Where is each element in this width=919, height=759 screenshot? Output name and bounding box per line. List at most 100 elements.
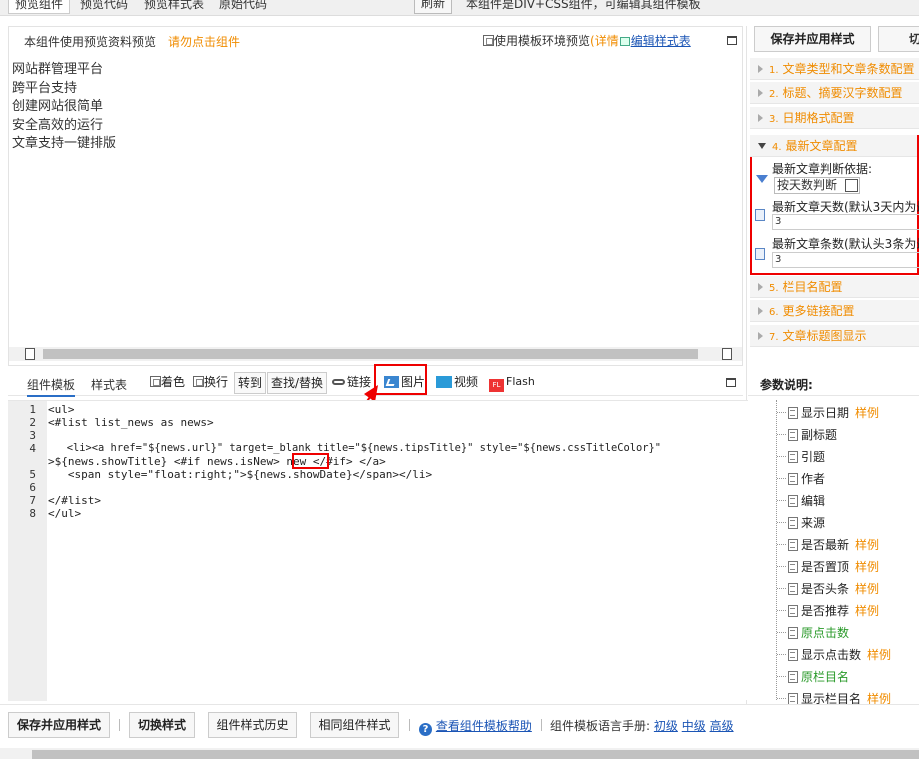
latest-days-input[interactable]: 3 [772,214,919,230]
latest-count-input[interactable]: 3 [772,252,919,268]
file-icon [788,429,798,441]
flash-button[interactable]: FL Flash [489,372,535,394]
param-example-link[interactable]: 样例 [855,560,879,574]
param-example-link[interactable]: 样例 [867,692,891,704]
editor-maximize-icon[interactable] [726,378,736,387]
tree-branch [777,478,786,479]
refresh-button[interactable]: 刷新 [414,0,452,14]
tab-preview-component[interactable]: 预览组件 [8,0,71,14]
preview-scrollbar[interactable] [9,347,742,361]
tree-branch [777,434,786,435]
video-button[interactable]: 视频 [436,372,478,394]
param-item[interactable]: 原点击数 [788,624,849,641]
separator [409,719,410,731]
config-item-article-type[interactable]: 1. 文章类型和文章条数配置 [750,58,919,80]
page-scroll-thumb[interactable] [32,750,919,759]
param-example-link[interactable]: 样例 [855,604,879,618]
tree-branch [777,456,786,457]
document-icon [755,248,765,260]
file-icon [788,561,798,573]
param-label: 编辑 [801,494,826,508]
color-checkbox[interactable] [150,376,161,387]
latest-basis-select[interactable]: 按天数判断 [774,177,860,194]
param-item[interactable]: 副标题 [788,426,837,443]
goto-button[interactable]: 转到 [234,372,267,394]
param-item[interactable]: 是否头条 样例 [788,580,879,597]
template-env-option: 使用模板环境预览(详情 编辑样式表 [483,32,691,49]
switch-style-button[interactable]: 切换样式 [129,712,195,738]
config-item-column-name[interactable]: 5. 栏目名配置 [750,276,919,298]
param-example-link[interactable]: 样例 [855,406,879,420]
color-toggle[interactable]: 着色 [150,372,185,394]
param-item[interactable]: 原栏目名 [788,668,849,685]
save-apply-style-button-bottom[interactable]: 保存并应用样式 [8,712,110,738]
help-area: ? 查看组件模板帮助 [419,717,532,736]
tab-component-template[interactable]: 组件模板 [27,376,76,397]
manual-advanced-link[interactable]: 高级 [710,719,734,733]
manual-beginner-link[interactable]: 初级 [654,719,678,733]
edit-stylesheet-link[interactable]: 编辑样式表 [631,34,691,48]
param-item[interactable]: 作者 [788,470,825,487]
filter-icon [756,175,768,183]
video-icon [436,376,452,388]
code-line: <#list list_news as news> [48,416,214,429]
param-label: 是否头条 [801,582,850,596]
config-item-title-image[interactable]: 7. 文章标题图显示 [750,325,919,347]
preview-line: 安全高效的运行 [12,117,104,133]
latest-article-config-section: 4.最新文章配置 最新文章判断依据: 按天数判断 最新文章天数(默认3天内为最新… [750,135,919,275]
wrap-checkbox[interactable] [193,376,204,387]
line-number: 5 [29,468,36,481]
param-item[interactable]: 是否置顶 样例 [788,558,879,575]
template-help-link[interactable]: 查看组件模板帮助 [436,719,532,733]
maximize-icon[interactable] [727,36,737,45]
tab-raw-code[interactable]: 原始代码 [213,0,273,14]
latest-days-label: 最新文章天数(默认3天内为最新) [772,200,919,214]
top-tab-bar: 预览组件 预览代码 预览样式表 原始代码 刷新 本组件是DIV+CSS组件，可编… [0,0,919,16]
param-example-link[interactable]: 样例 [855,582,879,596]
param-item[interactable]: 引题 [788,448,825,465]
manual-intermediate-link[interactable]: 中级 [682,719,706,733]
config-item-latest-article[interactable]: 4. 最新文章配置 [750,135,917,157]
page-scrollbar[interactable] [0,748,919,759]
tree-branch [777,588,786,589]
tab-preview-stylesheet[interactable]: 预览样式表 [138,0,210,14]
param-item[interactable]: 是否推荐 样例 [788,602,879,619]
switch-style-button-partial[interactable]: 切 [878,26,919,52]
param-item[interactable]: 显示栏目名 样例 [788,690,891,704]
template-env-label: 使用模板环境预览 [494,34,591,48]
file-icon [788,539,798,551]
line-number-gutter: 1 2 3 4 5 6 7 8 [8,401,47,701]
param-example-link[interactable]: 样例 [855,538,879,552]
param-item[interactable]: 显示日期 样例 [788,404,879,421]
tab-preview-code[interactable]: 预览代码 [74,0,134,14]
code-line: </ul> [48,507,82,520]
config-item-title-summary[interactable]: 2. 标题、摘要汉字数配置 [750,82,919,104]
find-replace-button[interactable]: 查找/替换 [267,372,328,394]
save-apply-style-button[interactable]: 保存并应用样式 [754,26,871,52]
config-item-more-link[interactable]: 6. 更多链接配置 [750,300,919,322]
param-example-link[interactable]: 样例 [867,648,891,662]
scroll-right-handle[interactable] [722,348,732,360]
param-item[interactable]: 是否最新 样例 [788,536,879,553]
tab-stylesheet[interactable]: 样式表 [91,376,127,393]
detail-link[interactable]: (详情 [590,34,619,48]
same-style-button[interactable]: 相同组件样式 [310,712,399,738]
file-icon [788,693,798,704]
param-item[interactable]: 显示点击数 样例 [788,646,891,663]
preview-line: 跨平台支持 [12,80,78,96]
scroll-left-handle[interactable] [25,348,35,360]
scroll-thumb[interactable] [43,349,698,359]
tree-branch [777,676,786,677]
collapsed-triangle-icon [758,332,763,340]
config-item-date-format[interactable]: 3. 日期格式配置 [750,107,919,129]
code-editor[interactable]: 1 2 3 4 5 6 7 8 <ul> <#list list_news as… [8,400,748,701]
param-item[interactable]: 来源 [788,514,825,531]
wrap-toggle[interactable]: 换行 [193,372,228,394]
file-icon [788,671,798,683]
style-history-button[interactable]: 组件样式历史 [208,712,297,738]
param-item[interactable]: 编辑 [788,492,825,509]
code-line: <span style="float:right;">${news.showDa… [48,468,433,481]
param-label: 来源 [801,516,826,530]
template-env-checkbox[interactable] [483,35,494,46]
line-number: 4 [29,442,36,455]
